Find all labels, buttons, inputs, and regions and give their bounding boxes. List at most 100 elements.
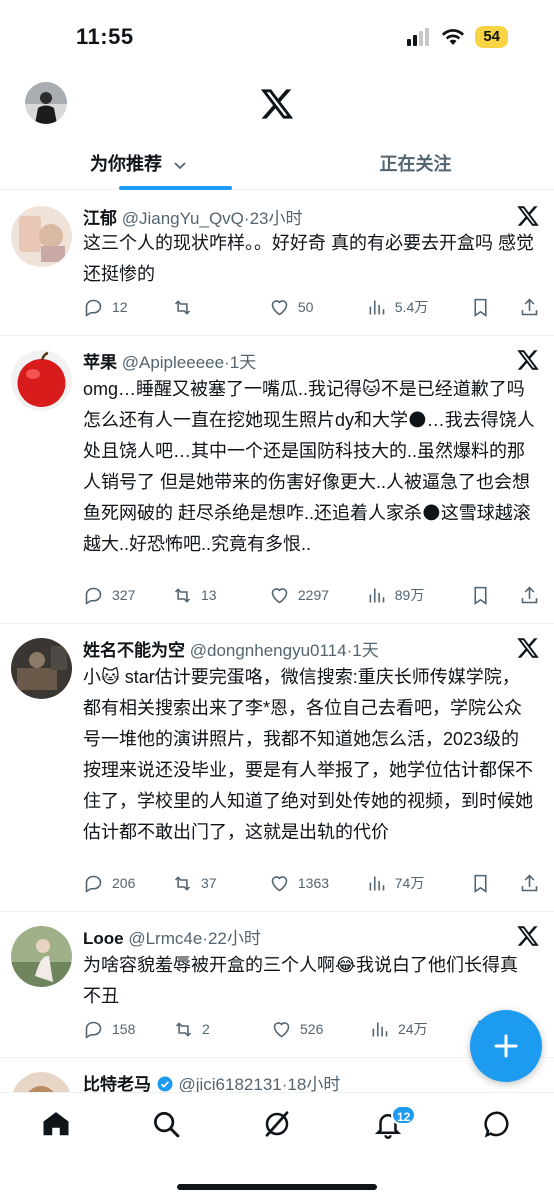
views-button[interactable]: 24万 — [369, 1019, 474, 1040]
x-logo-icon[interactable] — [259, 86, 295, 122]
tweet-author-name[interactable]: 江郁 — [83, 209, 117, 228]
bookmark-button[interactable] — [470, 297, 519, 318]
retweet-count: 2 — [202, 1021, 210, 1037]
like-button[interactable]: 1363 — [269, 873, 366, 894]
view-count: 5.4万 — [394, 299, 429, 315]
home-indicator — [177, 1184, 377, 1190]
tweet-header: 比特老马 @jici6182131·18小时 — [83, 1075, 341, 1092]
tweet[interactable]: 姓名不能为空 @dongnhengyu0114·1天 小🐱 star估计要完蛋咯… — [0, 624, 554, 912]
status-icons: 54 — [407, 26, 508, 48]
tweet[interactable]: 苹果 @Apipleeeee·1天 omg…睡醒又被塞了一嘴瓜..我记得🐱不是已… — [0, 336, 554, 624]
tweet-author-name[interactable]: 苹果 — [83, 353, 117, 372]
tweet-avatar[interactable] — [11, 206, 72, 267]
notifications-badge: 12 — [391, 1105, 417, 1125]
wifi-icon — [442, 28, 465, 45]
heart-icon — [273, 1021, 290, 1037]
my-avatar[interactable] — [25, 82, 67, 124]
status-time: 11:55 — [76, 24, 134, 49]
timeline-tabs: 为你推荐 正在关注 — [0, 134, 554, 190]
bookmark-button[interactable] — [470, 873, 519, 894]
status-bar: 11:55 54 — [0, 0, 554, 74]
like-button[interactable]: 50 — [269, 297, 366, 318]
messages-icon[interactable] — [483, 1109, 513, 1139]
like-count: 2297 — [297, 587, 330, 603]
views-button[interactable]: 5.4万 — [366, 297, 470, 318]
x-icon[interactable] — [516, 924, 540, 948]
views-chart-icon — [369, 588, 385, 602]
retweet-button[interactable]: 13 — [172, 585, 269, 606]
tab-following-label: 正在关注 — [379, 154, 452, 174]
reply-count: 12 — [112, 299, 128, 315]
tab-following[interactable]: 正在关注 — [277, 134, 554, 190]
x-icon[interactable] — [516, 204, 540, 228]
home-icon[interactable] — [41, 1109, 71, 1139]
bookmark-icon — [474, 298, 487, 317]
tweet-author-handle[interactable]: @jici6182131 — [178, 1075, 281, 1092]
share-icon — [521, 586, 538, 603]
tweet[interactable]: 比特老马 @jici6182131·18小时 — [0, 1058, 554, 1092]
tweet-time: 22小时 — [207, 929, 261, 948]
tweet-avatar[interactable] — [11, 638, 72, 699]
tweet-author-name[interactable]: 姓名不能为空 — [83, 641, 185, 660]
tweet-avatar[interactable] — [11, 350, 72, 411]
tweet-avatar[interactable] — [11, 926, 72, 987]
tweet-time: 1天 — [229, 353, 257, 372]
grok-icon[interactable] — [262, 1109, 292, 1139]
tweet-author-handle[interactable]: @JiangYu_QvQ — [122, 209, 244, 228]
share-icon — [521, 874, 538, 891]
reply-icon — [85, 875, 102, 893]
x-icon[interactable] — [516, 636, 540, 660]
retweet-count: 13 — [200, 587, 217, 603]
like-button[interactable]: 526 — [271, 1019, 369, 1040]
tweet-author-handle[interactable]: @dongnhengyu0114 — [190, 641, 347, 660]
tweet-text: 小🐱 star估计要完蛋咯，微信搜索:重庆长师传媒学院，都有相关搜索出来了李*恩… — [83, 667, 533, 842]
reply-button[interactable]: 327 — [83, 585, 172, 606]
search-icon[interactable] — [151, 1109, 181, 1139]
heart-icon — [271, 587, 288, 603]
retweet-button[interactable] — [172, 297, 269, 318]
like-count: 50 — [297, 299, 314, 315]
share-button[interactable] — [519, 297, 540, 318]
retweet-icon — [174, 587, 191, 603]
like-count: 526 — [300, 1021, 324, 1037]
share-button[interactable] — [519, 873, 540, 894]
share-button[interactable] — [519, 585, 540, 606]
tweet-author-name[interactable]: Looe — [83, 929, 124, 948]
reply-button[interactable]: 158 — [83, 1019, 173, 1040]
share-icon — [521, 298, 538, 315]
reply-button[interactable]: 206 — [83, 873, 172, 894]
retweet-button[interactable]: 2 — [173, 1019, 271, 1040]
bookmark-icon — [474, 586, 487, 605]
x-icon[interactable] — [516, 348, 540, 372]
views-button[interactable]: 74万 — [366, 873, 470, 894]
tweet-avatar[interactable] — [11, 1072, 72, 1092]
tweet-time: 23小时 — [249, 209, 303, 228]
views-chart-icon — [372, 1022, 388, 1036]
reply-count: 158 — [112, 1021, 136, 1037]
retweet-icon — [175, 1021, 192, 1037]
chevron-down-icon[interactable] — [173, 158, 187, 172]
reply-button[interactable]: 12 — [83, 297, 172, 318]
tweet-header: 姓名不能为空 @dongnhengyu0114·1天 — [83, 641, 379, 660]
bookmark-icon — [474, 874, 487, 893]
views-button[interactable]: 89万 — [366, 585, 470, 606]
retweet-button[interactable]: 37 — [172, 873, 269, 894]
tweet-text: omg…睡醒又被塞了一嘴瓜..我记得🐱不是已经道歉了吗 怎么还有人一直在挖她现生… — [83, 379, 535, 554]
like-button[interactable]: 2297 — [269, 585, 366, 606]
tweet-text: 为啥容貌羞辱被开盒的三个人啊😂我说白了他们长得真不丑 — [83, 955, 519, 1006]
compose-button[interactable] — [470, 1010, 542, 1082]
tweet-author-name[interactable]: 比特老马 — [83, 1075, 151, 1092]
plus-icon — [494, 1034, 518, 1058]
heart-icon — [271, 875, 288, 891]
bookmark-button[interactable] — [470, 585, 519, 606]
tweet-author-handle[interactable]: @Apipleeeee — [122, 353, 224, 372]
reply-icon — [85, 299, 102, 317]
verified-badge-icon — [157, 1076, 173, 1092]
view-count: 89万 — [394, 587, 425, 603]
tweet[interactable]: 江郁 @JiangYu_QvQ·23小时 这三个人的现状咋样。。好好奇 真的有必… — [0, 190, 554, 336]
tweet-time: 1天 — [352, 641, 379, 660]
tab-for-you[interactable]: 为你推荐 — [0, 134, 277, 190]
retweet-count: 37 — [200, 875, 217, 891]
tweet-author-handle[interactable]: @Lrmc4e — [128, 929, 202, 948]
cellular-signal-icon — [407, 28, 430, 46]
